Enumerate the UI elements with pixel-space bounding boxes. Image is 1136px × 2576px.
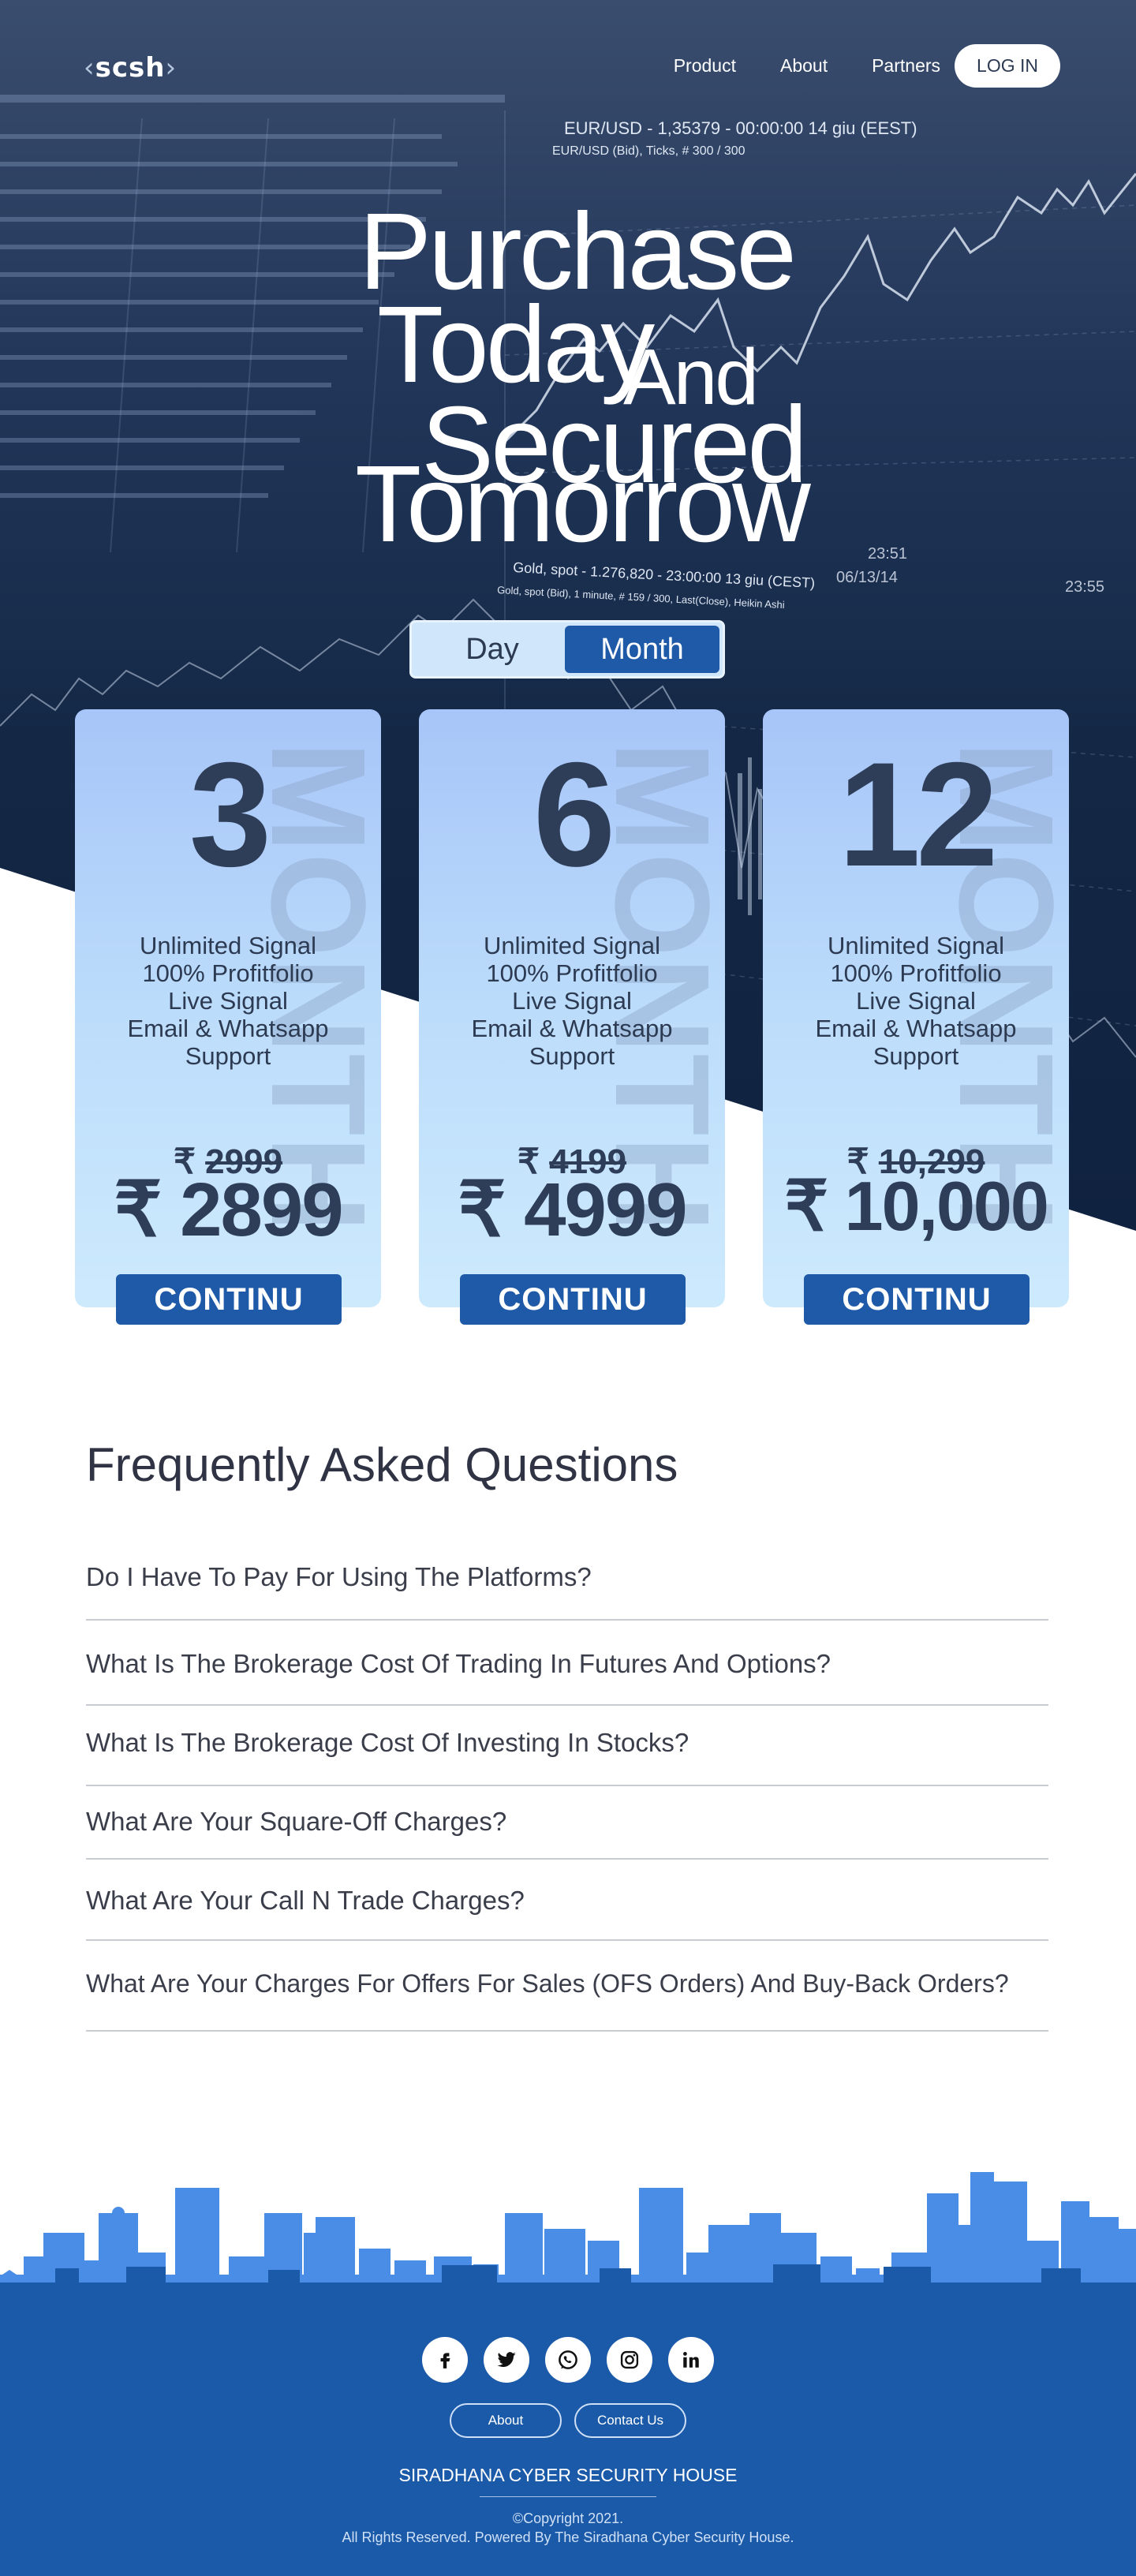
svg-text:06/13/14: 06/13/14 (836, 569, 898, 586)
facebook-icon[interactable] (422, 2337, 468, 2383)
top-nav: Product About Partners LOG IN (630, 44, 1060, 88)
footer-buttons: About Contact Us (0, 2403, 1136, 2438)
rupee-icon: ₹ (784, 1167, 828, 1245)
faq-question[interactable]: Do I Have To Pay For Using The Platforms… (86, 1562, 1048, 1592)
nav-partners[interactable]: Partners (872, 55, 940, 77)
faq-question[interactable]: What Is The Brokerage Cost Of Trading In… (86, 1649, 1048, 1679)
feature-item: 100% Profitfolio (142, 959, 314, 987)
plan-features: Unlimited Signal 100% Profitfolio Live S… (419, 932, 725, 1070)
svg-text:23:51: 23:51 (868, 545, 907, 563)
feature-item: Support (185, 1042, 271, 1070)
feature-item: Unlimited Signal (140, 932, 316, 959)
plan-features: Unlimited Signal 100% Profitfolio Live S… (75, 932, 381, 1070)
billing-toggle: Day Month (409, 620, 725, 679)
current-price: ₹ 2899 (114, 1168, 343, 1252)
feature-item: 100% Profitfolio (486, 959, 658, 987)
toggle-month[interactable]: Month (565, 626, 719, 673)
rupee-icon: ₹ (114, 1168, 162, 1252)
feature-item: Email & Whatsapp (127, 1015, 329, 1042)
feature-item: Email & Whatsapp (471, 1015, 673, 1042)
chart-caption-2: EUR/USD (Bid), Ticks, # 300 / 300 (552, 144, 746, 158)
chart-caption-1: EUR/USD - 1,35379 - 00:00:00 14 giu (EES… (564, 118, 917, 138)
plan-months: 3 (189, 731, 272, 897)
social-links (0, 2337, 1136, 2383)
twitter-icon[interactable] (484, 2337, 529, 2383)
faq-divider (86, 1939, 1048, 1941)
plan-months: 6 (532, 731, 616, 897)
feature-item: Email & Whatsapp (815, 1015, 1017, 1042)
login-button[interactable]: LOG IN (955, 44, 1060, 88)
current-price: ₹ 10,000 (784, 1167, 1049, 1245)
headline-line-today: Today (377, 284, 655, 406)
faq-divider (86, 1619, 1048, 1621)
continue-button-6[interactable]: CONTINU (460, 1274, 686, 1325)
logo[interactable]: ‹scsh› (84, 52, 177, 84)
footer-about-button[interactable]: About (450, 2403, 562, 2438)
faq-divider (86, 1704, 1048, 1706)
instagram-icon[interactable] (607, 2337, 652, 2383)
footer-divider (480, 2496, 656, 2497)
continue-button-12[interactable]: CONTINU (804, 1274, 1030, 1325)
faq-divider (86, 2030, 1048, 2032)
feature-item: Support (873, 1042, 959, 1070)
faq-question[interactable]: What Are Your Call N Trade Charges? (86, 1886, 1048, 1916)
svg-text:23:55: 23:55 (1065, 578, 1104, 596)
faq-question[interactable]: What Are Your Square-Off Charges? (86, 1807, 1048, 1837)
copyright-text: ©Copyright 2021. (512, 2511, 624, 2526)
linkedin-icon[interactable] (668, 2337, 714, 2383)
plan-features: Unlimited Signal 100% Profitfolio Live S… (763, 932, 1069, 1070)
faq-divider (86, 1785, 1048, 1786)
continue-button-3[interactable]: CONTINU (116, 1274, 342, 1325)
whatsapp-icon[interactable] (545, 2337, 591, 2383)
plan-card-12: MONTH 12 Unlimited Signal 100% Profitfol… (763, 709, 1069, 1307)
plan-card-6: MONTH 6 Unlimited Signal 100% Profitfoli… (419, 709, 725, 1307)
plan-card-3: MONTH 3 Unlimited Signal 100% Profitfoli… (75, 709, 381, 1307)
feature-item: Live Signal (512, 987, 632, 1015)
chart-caption-4: Gold, spot (Bid), 1 minute, # 159 / 300,… (497, 584, 785, 611)
headline-line-tomorrow: Tomorrow (355, 443, 811, 565)
footer-contact-button[interactable]: Contact Us (574, 2403, 686, 2438)
faq-divider (86, 1858, 1048, 1860)
nav-about[interactable]: About (780, 55, 828, 77)
faq-title: Frequently Asked Questions (86, 1438, 678, 1491)
feature-item: Support (529, 1042, 615, 1070)
faq-question[interactable]: What Is The Brokerage Cost Of Investing … (86, 1728, 1048, 1758)
faq-question[interactable]: What Are Your Charges For Offers For Sal… (86, 1969, 1048, 1998)
feature-item: 100% Profitfolio (830, 959, 1002, 987)
city-skyline-illustration (0, 2172, 1136, 2292)
feature-item: Live Signal (168, 987, 288, 1015)
nav-product[interactable]: Product (674, 55, 736, 77)
company-name: SIRADHANA CYBER SECURITY HOUSE (398, 2465, 738, 2485)
feature-item: Live Signal (856, 987, 976, 1015)
current-price: ₹ 4999 (458, 1168, 687, 1252)
feature-item: Unlimited Signal (484, 932, 660, 959)
feature-item: Unlimited Signal (828, 932, 1004, 959)
rights-text: All Rights Reserved. Powered By The Sira… (342, 2529, 794, 2545)
toggle-day[interactable]: Day (415, 626, 570, 673)
plan-months: 12 (838, 731, 998, 897)
rupee-icon: ₹ (458, 1168, 506, 1252)
